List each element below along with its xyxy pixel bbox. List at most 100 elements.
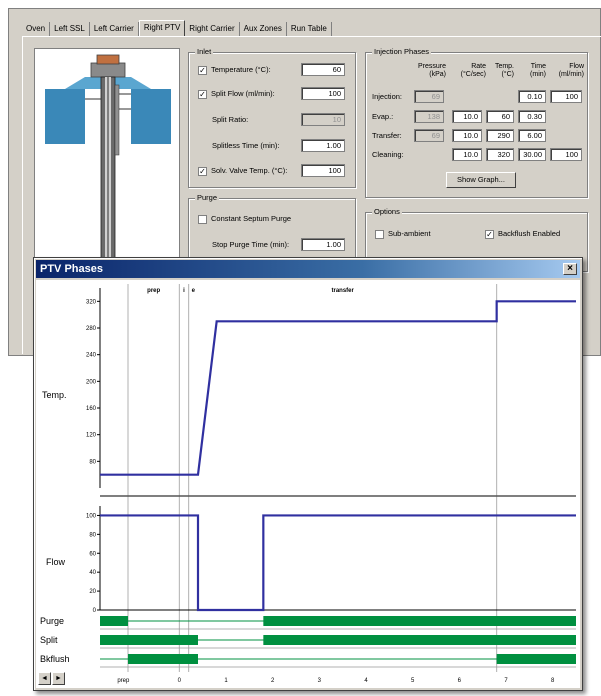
x-tick-label: 4: [364, 678, 368, 684]
constant-septum-row: Constant Septum Purge: [198, 214, 291, 224]
solv-valve-row: ✓ Solv. Valve Temp. (°C):: [198, 166, 287, 176]
digital-on-segment: [496, 654, 576, 664]
tab-right-carrier[interactable]: Right Carrier: [185, 22, 240, 36]
injection-phases-label: Injection Phases: [372, 47, 432, 56]
flow-trace: [100, 514, 576, 612]
x-tick-label: 2: [271, 678, 275, 684]
temperature-label: Temperature (°C):: [211, 65, 271, 74]
flow-y-tick-label: 20: [89, 589, 96, 595]
tab-right-ptv[interactable]: Right PTV: [138, 20, 186, 36]
cleaning-flow-input[interactable]: 100: [550, 148, 582, 161]
injector-diagram: [34, 48, 180, 260]
temperature-row: ✓ Temperature (°C):: [198, 65, 271, 75]
show-graph-button[interactable]: Show Graph...: [446, 172, 516, 188]
x-tick-label: 3: [318, 678, 322, 684]
sub-ambient-row: Sub-ambient: [375, 229, 431, 239]
evap-row-label: Evap.:: [372, 112, 394, 121]
phase-label: prep: [147, 288, 160, 294]
digital-on-segment: [128, 654, 198, 664]
transfer-row-label: Transfer:: [372, 131, 402, 140]
flow-y-tick-label: 0: [93, 608, 97, 614]
temp-y-tick-label: 80: [89, 459, 96, 465]
digital-row-label: Split: [40, 635, 58, 645]
temp-y-tick-label: 280: [86, 326, 97, 332]
digital-on-segment: [263, 616, 576, 626]
tab-strip: Oven Left SSL Left Carrier Right PTV Rig…: [22, 20, 332, 36]
digital-on-segment: [100, 635, 198, 645]
pressure-header: Pressure (kPa): [417, 63, 446, 78]
transfer-temp-input[interactable]: 290: [486, 129, 514, 142]
tab-oven[interactable]: Oven: [22, 22, 51, 36]
temperature-input[interactable]: 60: [301, 63, 345, 76]
tab-left-carrier[interactable]: Left Carrier: [89, 22, 139, 36]
temperature-trace: [100, 300, 576, 476]
scroll-right-icon[interactable]: ►: [52, 672, 65, 685]
cleaning-temp-input[interactable]: 320: [486, 148, 514, 161]
temp-y-tick-label: 240: [86, 353, 97, 359]
evap-temp-input[interactable]: 60: [486, 110, 514, 123]
split-flow-input[interactable]: 100: [301, 87, 345, 100]
close-icon[interactable]: ×: [563, 263, 577, 275]
split-flow-label: Split Flow (ml/min):: [211, 89, 275, 98]
evap-rate-input[interactable]: 10.0: [452, 110, 482, 123]
x-tick-label: 7: [504, 678, 508, 684]
solv-valve-label: Solv. Valve Temp. (°C):: [211, 166, 288, 175]
split-ratio-label: Split Ratio:: [212, 115, 249, 124]
ptv-plot-area: prep i e transfer 80 120 160 200 240 280 320 0 20 40 6…: [36, 280, 580, 688]
ptv-titlebar[interactable]: PTV Phases ×: [36, 260, 580, 278]
flow-y-tick-label: 40: [89, 570, 96, 576]
stop-purge-label: Stop Purge Time (min):: [212, 240, 290, 249]
backflush-checkbox[interactable]: ✓: [485, 229, 494, 239]
split-ratio-input: 10: [301, 113, 345, 126]
digital-row-label: Bkflush: [40, 654, 70, 664]
stop-purge-input[interactable]: 1.00: [301, 238, 345, 251]
rate-header: Rate (°C/sec): [460, 63, 486, 78]
purge-group-label: Purge: [195, 193, 220, 202]
phase-bottom-label: prep: [117, 678, 130, 684]
ptv-phases-window: PTV Phases × prep i e transfer 80 120 160 200 24…: [33, 257, 583, 691]
cleaning-rate-input[interactable]: 10.0: [452, 148, 482, 161]
flow-header: Flow (ml/min): [558, 63, 584, 78]
tab-aux-zones[interactable]: Aux Zones: [239, 22, 287, 36]
sub-ambient-label: Sub-ambient: [388, 229, 431, 238]
temp-y-tick-label: 160: [86, 406, 97, 412]
injection-flow-input[interactable]: 100: [550, 90, 582, 103]
digital-on-segment: [100, 616, 128, 626]
transfer-time-input[interactable]: 6.00: [518, 129, 546, 142]
constant-septum-label: Constant Septum Purge: [211, 214, 292, 223]
options-group-label: Options: [372, 207, 402, 216]
phase-label: i: [183, 288, 185, 294]
evap-time-input[interactable]: 0.30: [518, 110, 546, 123]
solv-valve-checkbox[interactable]: ✓: [198, 166, 207, 176]
ptv-window-title: PTV Phases: [40, 263, 103, 275]
tab-run-table[interactable]: Run Table: [286, 22, 332, 36]
injection-time-input[interactable]: 0.10: [518, 90, 546, 103]
split-flow-row: ✓ Split Flow (ml/min):: [198, 89, 275, 99]
phase-label: transfer: [331, 288, 354, 294]
backflush-row: ✓ Backflush Enabled: [485, 229, 560, 239]
backflush-label: Backflush Enabled: [498, 229, 561, 238]
temp-axis-label: Temp.: [42, 390, 67, 400]
cleaning-row-label: Cleaning:: [372, 150, 404, 159]
flow-y-tick-label: 60: [89, 551, 96, 557]
tab-left-ssl[interactable]: Left SSL: [50, 22, 90, 36]
temperature-checkbox[interactable]: ✓: [198, 65, 207, 75]
constant-septum-checkbox[interactable]: [198, 214, 207, 224]
time-header: Time (min): [530, 63, 546, 78]
temp-y-tick-label: 120: [86, 433, 97, 439]
splitless-time-input[interactable]: 1.00: [301, 139, 345, 152]
ptv-chart: prep i e transfer80120160200240280320020406…: [40, 284, 576, 684]
digital-row-label: Purge: [40, 616, 64, 626]
temp-header: Temp. (°C): [494, 63, 514, 78]
scroll-left-icon[interactable]: ◄: [38, 672, 51, 685]
injector-illustration: [45, 54, 171, 260]
solv-valve-temp-input[interactable]: 100: [301, 164, 345, 177]
transfer-rate-input[interactable]: 10.0: [452, 129, 482, 142]
flow-axis-label: Flow: [46, 557, 66, 567]
splitless-time-label: Splitless Time (min):: [212, 141, 280, 150]
sub-ambient-checkbox[interactable]: [375, 229, 384, 239]
split-flow-checkbox[interactable]: ✓: [198, 89, 207, 99]
digital-on-segment: [263, 635, 576, 645]
cleaning-time-input[interactable]: 30.00: [518, 148, 546, 161]
injection-row-label: Injection:: [372, 92, 403, 101]
